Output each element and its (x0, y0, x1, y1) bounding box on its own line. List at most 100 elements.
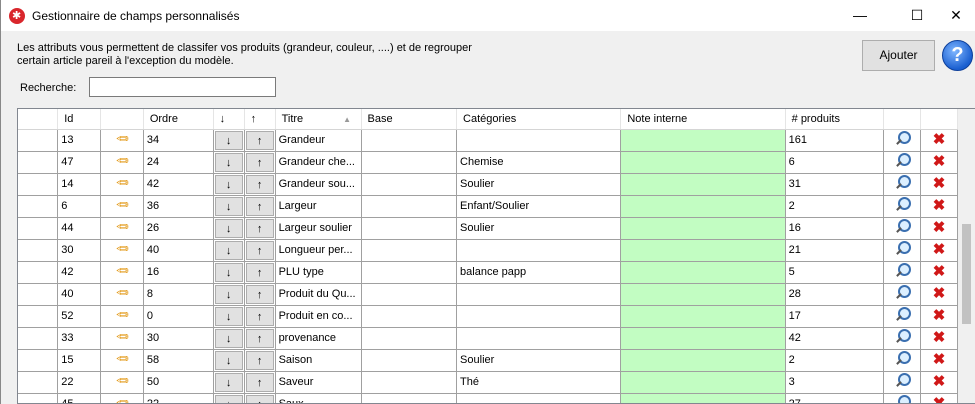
move-down-button[interactable]: ↓ (214, 196, 243, 216)
cell-categories[interactable]: Enfant/Soulier (456, 195, 622, 218)
move-up-button[interactable]: ↑ (245, 152, 274, 172)
magnifier-icon[interactable] (893, 372, 912, 390)
cell-ordre[interactable]: 58 (143, 349, 214, 372)
magnifier-icon[interactable] (893, 306, 912, 324)
cell-produits[interactable]: 2 (785, 195, 885, 218)
cell-delete[interactable]: ✖ (920, 349, 958, 372)
header-categories[interactable]: Catégories (456, 109, 622, 130)
cell-note[interactable] (620, 239, 786, 262)
move-down-button[interactable]: ↓ (214, 306, 243, 326)
header-up[interactable]: ↑ (244, 109, 276, 130)
move-up-button[interactable]: ↑ (245, 262, 274, 282)
move-down-button[interactable]: ↓ (214, 350, 243, 370)
cell-categories[interactable] (456, 305, 622, 328)
cell-titre[interactable]: Produit du Qu... (275, 283, 362, 306)
cell-delete[interactable]: ✖ (920, 393, 958, 403)
table-row[interactable]: 42 ✏ 16 ↓ ↑ PLU type balance papp 5 ✖ (18, 261, 975, 284)
pencil-icon[interactable]: ✏ (116, 328, 129, 348)
cell-base[interactable] (361, 283, 458, 306)
pencil-icon[interactable]: ✏ (116, 218, 129, 238)
pencil-icon[interactable]: ✏ (116, 284, 129, 304)
cell-delete[interactable]: ✖ (920, 217, 958, 240)
cell-view[interactable] (883, 283, 922, 306)
help-icon[interactable]: ? (942, 40, 973, 71)
delete-icon[interactable]: ✖ (933, 306, 946, 326)
cell-categories[interactable]: Soulier (456, 173, 622, 196)
cell-produits[interactable]: 31 (785, 173, 885, 196)
cell-view[interactable] (883, 371, 922, 394)
move-up-button[interactable]: ↑ (245, 372, 274, 392)
move-down-button[interactable]: ↓ (214, 240, 243, 260)
cell-delete[interactable]: ✖ (920, 151, 958, 174)
cell-note[interactable] (620, 283, 786, 306)
magnifier-icon[interactable] (893, 262, 912, 280)
cell-id[interactable]: 44 (57, 217, 102, 240)
cell-view[interactable] (883, 195, 922, 218)
cell-edit[interactable]: ✏ (100, 129, 144, 152)
table-row[interactable]: 52 ✏ 0 ↓ ↑ Produit en co... 17 ✖ (18, 305, 975, 328)
magnifier-icon[interactable] (893, 328, 912, 346)
cell-base[interactable] (361, 305, 458, 328)
cell-titre[interactable]: Longueur per... (275, 239, 362, 262)
cell-ordre[interactable]: 16 (143, 261, 214, 284)
magnifier-icon[interactable] (893, 130, 912, 148)
cell-categories[interactable]: balance papp (456, 261, 622, 284)
row-selector[interactable] (18, 129, 59, 152)
move-down-button[interactable]: ↓ (214, 218, 243, 238)
row-selector[interactable] (18, 151, 59, 174)
scrollbar-thumb[interactable] (962, 224, 971, 324)
cell-produits[interactable]: 6 (785, 151, 885, 174)
cell-produits[interactable]: 16 (785, 217, 885, 240)
magnifier-icon[interactable] (893, 152, 912, 170)
table-row[interactable]: 30 ✏ 40 ↓ ↑ Longueur per... 21 ✖ (18, 239, 975, 262)
magnifier-icon[interactable] (893, 196, 912, 214)
move-down-button[interactable]: ↓ (214, 394, 243, 403)
cell-edit[interactable]: ✏ (100, 371, 144, 394)
cell-note[interactable] (620, 371, 786, 394)
vertical-scrollbar[interactable] (958, 109, 975, 403)
table-row[interactable]: 40 ✏ 8 ↓ ↑ Produit du Qu... 28 ✖ (18, 283, 975, 306)
move-down-button[interactable]: ↓ (214, 174, 243, 194)
cell-delete[interactable]: ✖ (920, 305, 958, 328)
cell-edit[interactable]: ✏ (100, 239, 144, 262)
header-down[interactable]: ↓ (213, 109, 245, 130)
cell-titre[interactable]: Largeur (275, 195, 362, 218)
cell-view[interactable] (883, 305, 922, 328)
cell-view[interactable] (883, 217, 922, 240)
table-row[interactable]: 33 ✏ 30 ↓ ↑ provenance 42 ✖ (18, 327, 975, 350)
move-down-button[interactable]: ↓ (214, 262, 243, 282)
cell-base[interactable] (361, 393, 458, 403)
cell-base[interactable] (361, 327, 458, 350)
cell-note[interactable] (620, 261, 786, 284)
header-note[interactable]: Note interne (620, 109, 786, 130)
cell-base[interactable] (361, 217, 458, 240)
cell-edit[interactable]: ✏ (100, 327, 144, 350)
cell-base[interactable] (361, 239, 458, 262)
row-selector[interactable] (18, 239, 59, 262)
cell-delete[interactable]: ✖ (920, 173, 958, 196)
cell-titre[interactable]: provenance (275, 327, 362, 350)
header-id[interactable]: Id (57, 109, 102, 130)
cell-id[interactable]: 30 (57, 239, 102, 262)
cell-titre[interactable]: Saux (275, 393, 362, 403)
pencil-icon[interactable]: ✏ (116, 152, 129, 172)
cell-base[interactable] (361, 195, 458, 218)
cell-edit[interactable]: ✏ (100, 173, 144, 196)
cell-produits[interactable]: 2 (785, 349, 885, 372)
table-row[interactable]: 22 ✏ 50 ↓ ↑ Saveur Thé 3 ✖ (18, 371, 975, 394)
cell-note[interactable] (620, 349, 786, 372)
cell-titre[interactable]: Grandeur sou... (275, 173, 362, 196)
delete-icon[interactable]: ✖ (933, 350, 946, 370)
cell-ordre[interactable]: 50 (143, 371, 214, 394)
cell-titre[interactable]: Saveur (275, 371, 362, 394)
magnifier-icon[interactable] (893, 284, 912, 302)
cell-id[interactable]: 14 (57, 173, 102, 196)
cell-view[interactable] (883, 393, 922, 403)
move-up-button[interactable]: ↑ (245, 284, 274, 304)
cell-produits[interactable]: 42 (785, 327, 885, 350)
cell-categories[interactable] (456, 239, 622, 262)
cell-base[interactable] (361, 151, 458, 174)
cell-titre[interactable]: Grandeur che... (275, 151, 362, 174)
pencil-icon[interactable]: ✏ (116, 350, 129, 370)
move-up-button[interactable]: ↑ (245, 196, 274, 216)
